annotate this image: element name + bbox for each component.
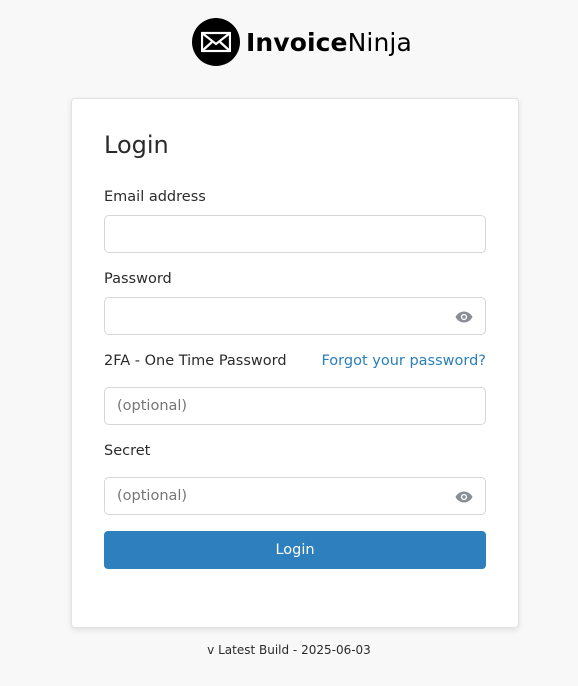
- two-factor-label: 2FA - One Time Password: [104, 353, 287, 369]
- password-field[interactable]: [105, 298, 485, 334]
- login-card: Login Email address Password 2FA - One T…: [71, 98, 519, 628]
- envelope-logo-icon: [192, 18, 240, 66]
- version-text: v Latest Build - 2025-06-03: [207, 643, 371, 657]
- forgot-password-link[interactable]: Forgot your password?: [321, 354, 486, 369]
- brand-name-part1: Invoice: [246, 27, 348, 57]
- email-field-wrapper: [104, 215, 486, 253]
- email-label: Email address: [104, 189, 206, 205]
- secret-field[interactable]: [105, 478, 485, 514]
- eye-icon[interactable]: [455, 309, 473, 325]
- brand-name-part2: Ninja: [347, 27, 412, 57]
- brand-logo: Invoice Ninja: [192, 18, 412, 66]
- two-factor-field[interactable]: [105, 388, 485, 424]
- eye-icon[interactable]: [455, 489, 473, 505]
- password-field-wrapper: [104, 297, 486, 335]
- login-button[interactable]: Login: [104, 531, 486, 569]
- email-field[interactable]: [105, 216, 485, 252]
- secret-label: Secret: [104, 443, 151, 459]
- brand-wordmark: Invoice Ninja: [246, 30, 412, 55]
- two-factor-field-wrapper: [104, 387, 486, 425]
- page-title: Login: [104, 131, 169, 159]
- secret-field-wrapper: [104, 477, 486, 515]
- password-label: Password: [104, 271, 172, 287]
